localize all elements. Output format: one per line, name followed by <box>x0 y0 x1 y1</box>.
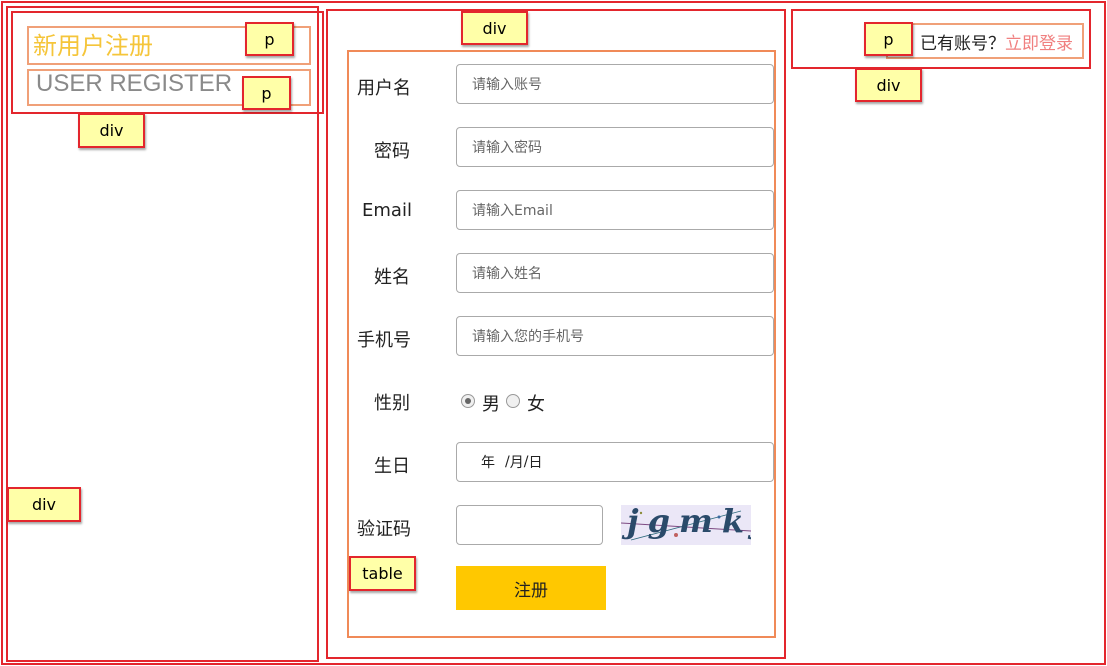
password-label: 密码 <box>374 141 410 162</box>
email-label: Email <box>362 200 412 221</box>
email-input[interactable]: 请输入Email <box>456 190 774 230</box>
login-question: 已有账号？ <box>920 34 1005 54</box>
phone-input[interactable]: 请输入您的手机号 <box>456 316 774 356</box>
password-input[interactable]: 请输入密码 <box>456 127 774 167</box>
birthday-input[interactable]: 年 / 月 / 日 <box>456 442 774 482</box>
captcha-input[interactable] <box>456 505 603 545</box>
birthday-day: 日 <box>528 455 543 471</box>
overlay-tag-p-login: p <box>864 22 913 56</box>
overlay-tag-div-right: div <box>855 68 922 102</box>
gender-female-label: 女 <box>527 394 545 415</box>
gender-male-radio[interactable] <box>461 394 475 408</box>
name-input[interactable]: 请输入姓名 <box>456 253 774 293</box>
birthday-year: 年 <box>481 455 495 471</box>
overlay-tag-p-title-en: p <box>242 76 291 110</box>
overlay-tag-table: table <box>349 556 416 591</box>
login-prompt: 已有账号？立即登录 <box>920 36 1073 53</box>
gender-male-label: 男 <box>482 394 500 415</box>
captcha-label: 验证码 <box>357 519 411 540</box>
login-link[interactable]: 立即登录 <box>1005 34 1073 54</box>
overlay-tag-div-left-column: div <box>7 487 81 522</box>
title-cn: 新用户注册 <box>33 32 153 60</box>
register-button[interactable]: 注册 <box>456 566 606 610</box>
overlay-tag-p-title-cn: p <box>245 22 294 56</box>
overlay-tag-div-left-header: div <box>78 113 145 148</box>
overlay-tag-div-center: div <box>461 11 528 45</box>
title-en: USER REGISTER <box>36 70 233 97</box>
gender-label: 性别 <box>374 393 410 414</box>
captcha-image[interactable]: jgmkj <box>621 505 751 545</box>
name-label: 姓名 <box>374 267 410 288</box>
username-input[interactable]: 请输入账号 <box>456 64 774 104</box>
birthday-label: 生日 <box>374 456 410 477</box>
birthday-month: 月 <box>509 455 524 471</box>
phone-label: 手机号 <box>357 330 411 351</box>
gender-female-radio[interactable] <box>506 394 520 408</box>
captcha-text: jgmkj <box>627 505 751 540</box>
username-label: 用户名 <box>357 78 411 99</box>
